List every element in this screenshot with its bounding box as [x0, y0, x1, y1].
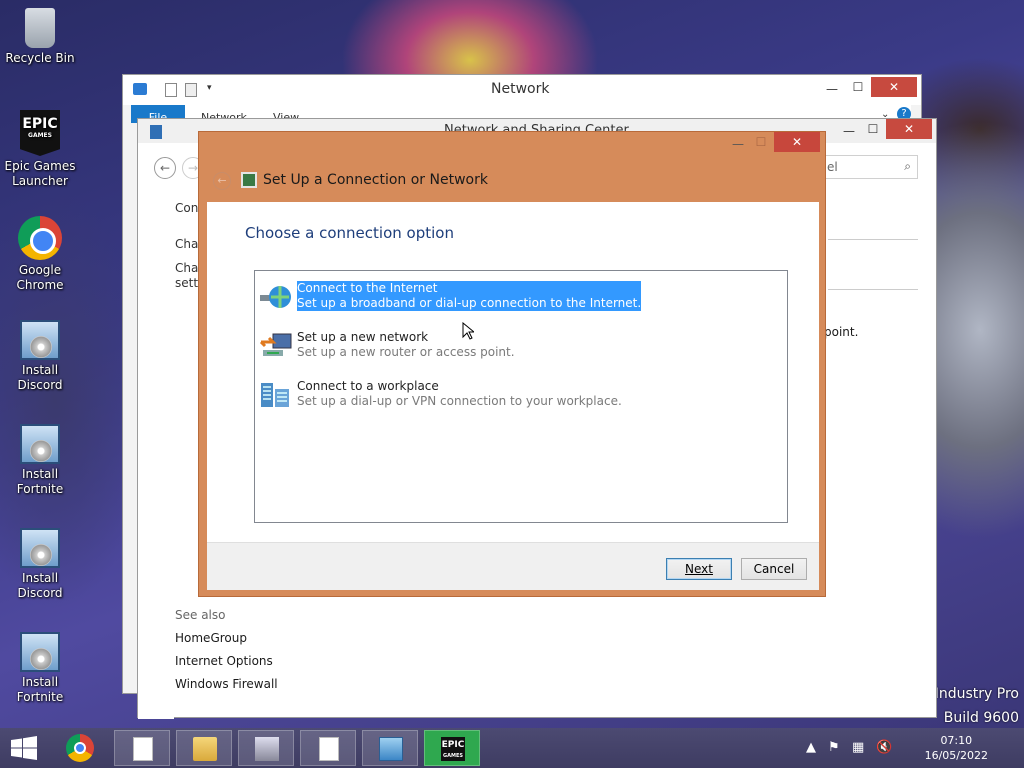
show-hidden-icons-icon[interactable]: ▲	[806, 740, 816, 755]
connection-options-list: Connect to the Internet Set up a broadban…	[254, 270, 788, 523]
desktop-icon-install-fortnite-2[interactable]: Install Fortnite	[0, 632, 80, 705]
desktop-icon-install-discord[interactable]: Install Discord	[0, 320, 80, 393]
desktop-icon-label: Recycle Bin	[5, 51, 75, 65]
start-button[interactable]	[10, 736, 38, 760]
clock-time: 07:10	[940, 734, 973, 747]
wizard-content: Choose a connection option Connect to th…	[207, 202, 819, 590]
taskbar-control-panel[interactable]	[362, 730, 418, 766]
divider	[828, 289, 918, 290]
epic-games-icon: EPIC GAMES	[20, 110, 60, 156]
volume-muted-icon[interactable]: 🔇	[876, 740, 892, 755]
control-panel-icon	[379, 737, 403, 761]
installer-icon	[20, 424, 60, 464]
taskbar-document-2[interactable]	[300, 730, 356, 766]
installer-icon	[20, 528, 60, 568]
globe-icon	[259, 283, 293, 311]
quick-access-dropdown-icon[interactable]: ▾	[207, 83, 212, 93]
desktop-icon-install-discord-2[interactable]: Install Discord	[0, 528, 80, 601]
taskbar-document-1[interactable]	[114, 730, 170, 766]
desktop: Recycle Bin EPIC GAMES Epic Games Launche…	[0, 0, 1024, 728]
option-connect-workplace[interactable]: Connect to a workplace Set up a dial-up o…	[259, 379, 779, 413]
desktop-icon-label: Install Fortnite	[16, 675, 64, 704]
installer-icon	[20, 632, 60, 672]
taskbar-epic-games[interactable]: EPIC GAMES	[424, 730, 480, 766]
option-new-network[interactable]: Set up a new network Set up a new router …	[259, 330, 779, 364]
taskbar: EPIC GAMES ▲ ⚑ ▦ 🔇 07:10 16/05/2022	[0, 728, 1024, 768]
wizard-heading: Choose a connection option	[245, 224, 454, 242]
close-button[interactable]: ✕	[871, 77, 917, 97]
taskbar-file-explorer[interactable]	[176, 730, 232, 766]
divider	[828, 239, 918, 240]
recycle-bin-icon	[25, 8, 55, 48]
desktop-icon-label: Install Fortnite	[16, 467, 64, 496]
taskbar-clock[interactable]: 07:10 16/05/2022	[925, 733, 988, 763]
search-icon: ⌕	[904, 159, 911, 173]
wizard-maximize-button[interactable]: ☐	[744, 132, 778, 152]
right-text-fragment: point.	[824, 325, 859, 339]
desktop-icon-epic-games[interactable]: EPIC GAMES Epic Games Launcher	[0, 110, 80, 189]
cancel-button[interactable]: Cancel	[741, 558, 807, 580]
network-window-title: Network	[491, 81, 550, 97]
workplace-building-icon	[259, 381, 293, 409]
desktop-icon-label: Install Discord	[17, 363, 63, 392]
windows-logo-icon	[11, 736, 37, 760]
desktop-icon-recycle-bin[interactable]: Recycle Bin	[0, 6, 80, 66]
network-icon	[133, 83, 147, 95]
document-icon	[133, 737, 153, 761]
option-connect-internet[interactable]: Connect to the Internet Set up a broadban…	[259, 281, 779, 315]
desktop-icon-chrome[interactable]: Google Chrome	[0, 216, 80, 293]
quick-access-newfolder-icon[interactable]	[185, 83, 197, 97]
maximize-button[interactable]: ☐	[841, 77, 875, 97]
taskbar-installer[interactable]	[238, 730, 294, 766]
wizard-back-icon[interactable]: ←	[213, 172, 231, 190]
clock-date: 16/05/2022	[924, 749, 988, 762]
desktop-icon-install-fortnite[interactable]: Install Fortnite	[0, 424, 80, 497]
see-also-header: See also	[175, 608, 226, 622]
network-status-icon[interactable]: ▦	[852, 740, 864, 755]
watermark-line1: Industry Pro	[934, 686, 1019, 702]
mouse-cursor-icon	[462, 321, 476, 343]
taskbar-chrome[interactable]	[62, 732, 98, 764]
network-setup-icon	[241, 172, 257, 188]
network-titlebar: ▾ Network — ☐ ✕	[123, 75, 921, 105]
wizard-close-button[interactable]: ✕	[774, 132, 820, 152]
epic-games-icon: EPIC GAMES	[441, 737, 465, 761]
desktop-icon-label: Install Discord	[17, 571, 63, 600]
router-icon	[259, 332, 293, 360]
nsc-close-button[interactable]: ✕	[886, 119, 932, 139]
watermark-line2: Build 9600	[943, 710, 1019, 726]
nsc-maximize-button[interactable]: ☐	[856, 119, 890, 139]
quick-access-properties-icon[interactable]	[165, 83, 177, 97]
nsc-icon	[150, 125, 162, 139]
chrome-icon	[18, 216, 62, 260]
link-windows-firewall[interactable]: Windows Firewall	[175, 677, 278, 691]
installer-icon	[20, 320, 60, 360]
installer-icon	[255, 737, 279, 761]
action-center-flag-icon[interactable]: ⚑	[828, 740, 840, 755]
link-homegroup[interactable]: HomeGroup	[175, 631, 247, 645]
link-internet-options[interactable]: Internet Options	[175, 654, 273, 668]
document-icon	[319, 737, 339, 761]
desktop-icon-label: Google Chrome	[16, 263, 64, 292]
setup-wizard-dialog: — ☐ ✕ ← Set Up a Connection or Network C…	[198, 131, 826, 597]
wizard-title: Set Up a Connection or Network	[263, 172, 488, 188]
folder-icon	[193, 737, 217, 761]
desktop-icon-label: Epic Games Launcher	[4, 159, 76, 188]
next-button[interactable]: Next	[666, 558, 732, 580]
back-button[interactable]: ←	[154, 157, 176, 179]
nsc-left-pane	[138, 189, 174, 719]
